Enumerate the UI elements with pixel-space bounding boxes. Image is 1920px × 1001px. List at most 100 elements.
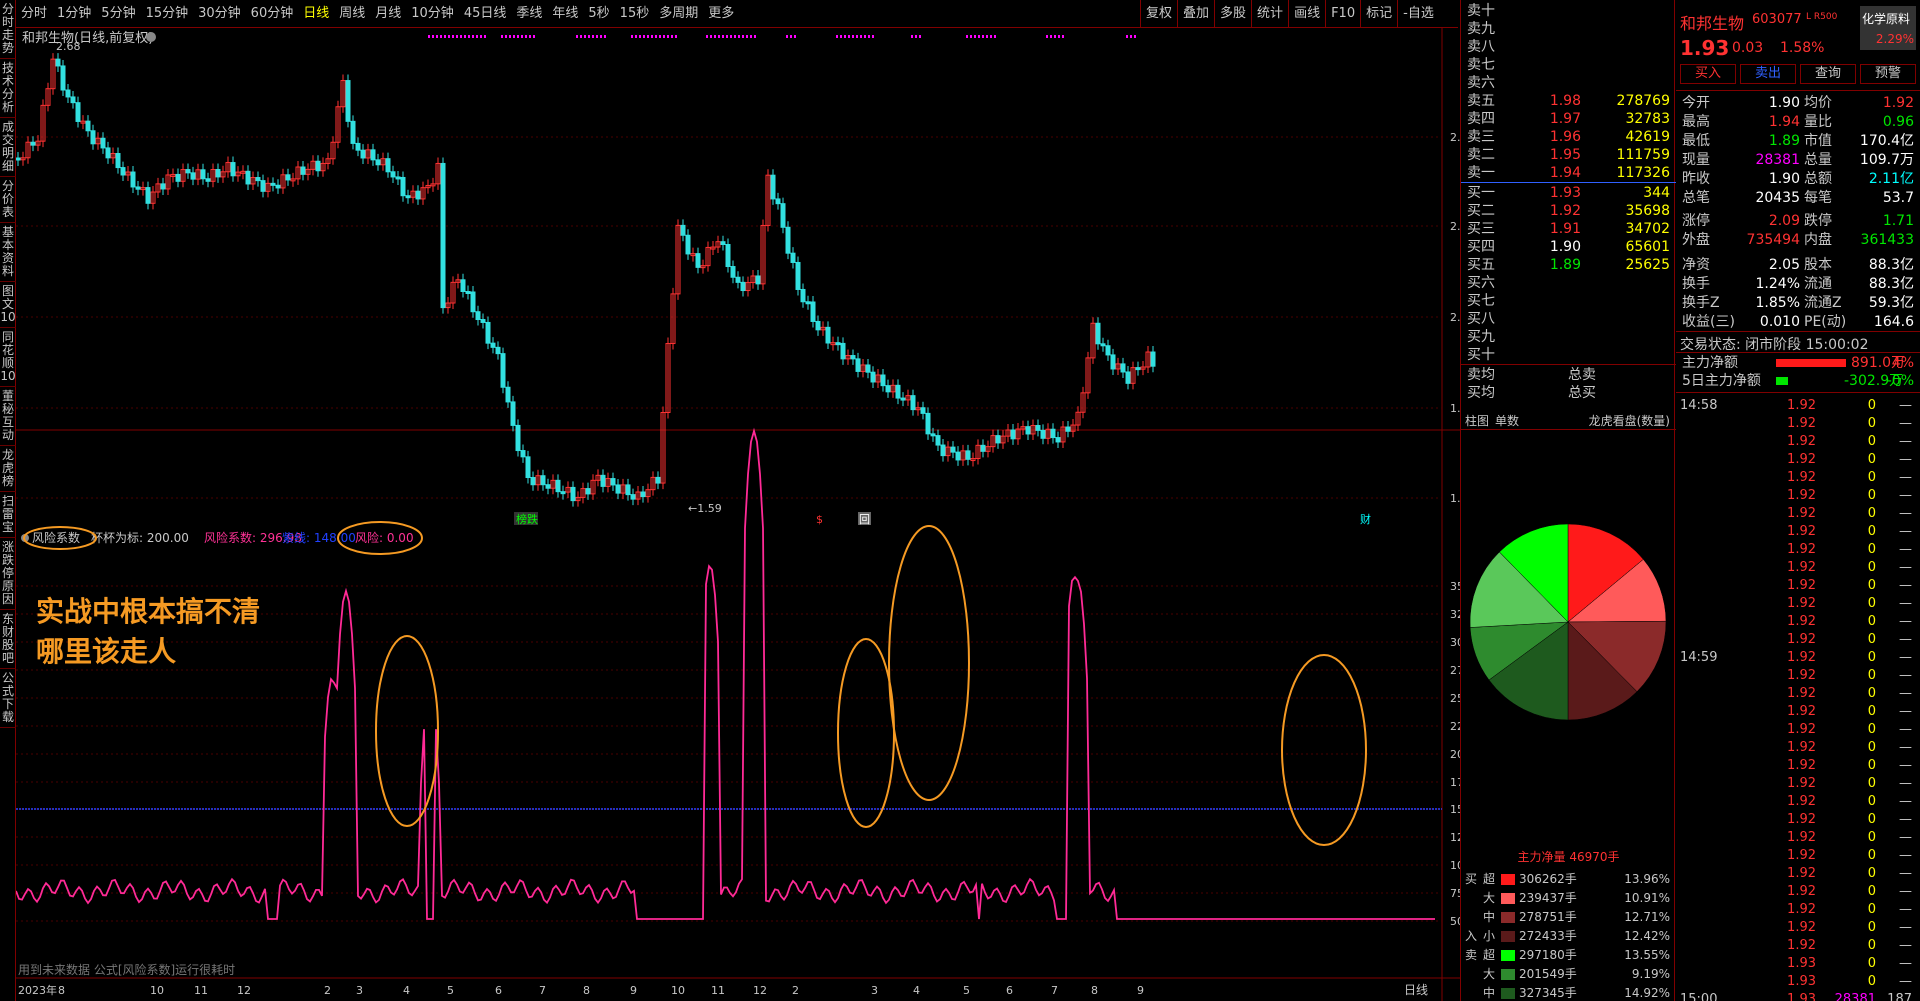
chart-tool-4[interactable]: 画线 [1288,0,1325,28]
five-net-label: 5日主力净额 [1682,373,1761,389]
indicator-tick: 200.0 [1450,748,1460,761]
period-14[interactable]: 15秒 [615,0,655,28]
settings-icon[interactable] [146,32,156,42]
order-row[interactable]: 买三 1.91 34702 [1461,220,1676,238]
indicator-name[interactable]: 风险系数 [32,530,80,545]
left-tool-1[interactable]: 技术分析 [0,59,16,118]
tick-row: 1.92 0 — [1676,829,1920,847]
period-3[interactable]: 15分钟 [141,0,194,28]
tick-price: 1.92 [1787,686,1816,701]
left-tool-5[interactable]: 图文10 [0,282,16,328]
tick-price: 1.92 [1787,524,1816,539]
period-16[interactable]: 更多 [703,0,739,28]
left-tool-11[interactable]: 东财股吧 [0,610,16,669]
x-tick: 6 [1006,984,1013,997]
period-8[interactable]: 月线 [370,0,406,28]
period-7[interactable]: 周线 [334,0,370,28]
order-row[interactable]: 卖二 1.95 111759 [1461,146,1676,164]
period-4[interactable]: 30分钟 [193,0,246,28]
left-tool-10[interactable]: 涨跌停原因 [0,538,16,610]
period-0[interactable]: 分时 [16,0,52,28]
quote-button-0[interactable]: 买入 [1680,64,1736,84]
tick-side: — [1899,632,1912,647]
tick-vol: 0 [1867,650,1876,665]
left-tool-2[interactable]: 成交明细 [0,118,16,177]
quote-button-1[interactable]: 卖出 [1740,64,1796,84]
left-tool-6[interactable]: 同花顺10 [0,328,16,387]
price-tick: 2.09 [1450,311,1460,324]
chart-tool-1[interactable]: 叠加 [1177,0,1214,28]
stock-name[interactable]: 和邦生物 [1680,10,1744,34]
order-row[interactable]: 买一 1.93 344 [1461,184,1676,202]
left-tool-9[interactable]: 扫雷宝 [0,492,16,538]
flow-row: 中 327345手 14.92% [1461,984,1676,1001]
left-tool-8[interactable]: 龙虎榜 [0,446,16,492]
x-tick: 8 [1091,984,1098,997]
order-row[interactable]: 卖五 1.98 278769 [1461,92,1676,110]
chart-tool-3[interactable]: 统计 [1251,0,1288,28]
chart-tool-6[interactable]: 标记 [1360,0,1397,28]
period-12[interactable]: 年线 [547,0,583,28]
left-tool-4[interactable]: 基本资料 [0,223,16,282]
tick-side: — [1899,794,1912,809]
period-2[interactable]: 5分钟 [96,0,140,28]
left-tool-12[interactable]: 公式下载 [0,669,16,728]
x-tick: 11 [711,984,725,997]
quote-button-2[interactable]: 查询 [1800,64,1856,84]
quote-key: 净资 [1682,257,1710,273]
period-1[interactable]: 1分钟 [52,0,96,28]
tick-row: 1.93 0 — [1676,955,1920,973]
chart-tool-5[interactable]: F10 [1325,0,1360,28]
left-tool-3[interactable]: 分价表 [0,177,16,223]
chart-tool-0[interactable]: 复权 [1140,0,1177,28]
sector-pct: 2.29% [1875,32,1914,46]
quote-button-3[interactable]: 预警 [1860,64,1916,84]
period-15[interactable]: 多周期 [654,0,703,28]
tick-vol: 0 [1867,614,1876,629]
chart-tool-7[interactable]: -自选 [1397,0,1439,28]
period-11[interactable]: 季线 [511,0,547,28]
left-tool-0[interactable]: 分时走势 [0,0,16,59]
tab-count[interactable]: 单数 [1495,412,1519,430]
order-row[interactable]: 买五 1.89 25625 [1461,256,1676,274]
tick-side: — [1899,434,1912,449]
order-row[interactable]: 卖一 1.94 117326 [1461,164,1676,182]
order-row[interactable]: 卖三 1.96 42619 [1461,128,1676,146]
order-label: 买六 [1467,275,1495,291]
quote-key: 总笔 [1682,190,1710,206]
sector-box[interactable]: 化学原料 2.29% [1860,6,1916,50]
quote-key: 总量 [1804,152,1832,168]
order-price: 1.95 [1549,147,1581,163]
order-row[interactable]: 卖四 1.97 32783 [1461,110,1676,128]
chart-tool-2[interactable]: 多股 [1214,0,1251,28]
tick-vol: 0 [1867,542,1876,557]
order-label: 卖十 [1467,3,1495,19]
tab-bar-chart[interactable]: 柱图 [1465,412,1489,430]
period-5[interactable]: 60分钟 [246,0,299,28]
tab-dragon[interactable]: 龙虎看盘(数量) [1589,412,1670,430]
quote-row: 净资 2.05 股本 88.3亿 [1676,256,1920,275]
tick-row: 1.92 0 — [1676,901,1920,919]
period-6[interactable]: 日线 [298,0,334,28]
flow-tabs: 柱图 单数 龙虎看盘(数量) [1461,412,1676,430]
tick-price: 1.92 [1787,920,1816,935]
tick-row: 1.92 0 — [1676,775,1920,793]
period-13[interactable]: 5秒 [583,0,614,28]
left-tool-7[interactable]: 董秘互动 [0,387,16,446]
tick-row: 1.92 0 — [1676,793,1920,811]
five-net-bar [1776,377,1788,385]
tick-side: — [1899,920,1912,935]
x-axis-mode[interactable]: 日线 [1404,983,1428,997]
indicator-tick: 225.0 [1450,720,1460,733]
period-10[interactable]: 45日线 [459,0,512,28]
kline-chart[interactable]: 2.53 2.30 2.09 1.90 1.71 和邦生物(日线,前复权) 2.68 ←… [16,28,1460,1001]
flow-row: 买超 306262手 13.96% [1461,870,1676,889]
order-row[interactable]: 买四 1.90 65601 [1461,238,1676,256]
order-book: 卖十 卖九 卖八 卖七 卖六 卖五 1.98 278769 卖四 1.97 32783 卖三 1.96 4… [1460,0,1676,412]
x-tick: 8 [583,984,590,997]
quote-key: 流通 [1804,276,1832,292]
tick-vol: 0 [1867,902,1876,917]
period-9[interactable]: 10分钟 [406,0,459,28]
order-row[interactable]: 买二 1.92 35698 [1461,202,1676,220]
quote-row: 今开 1.90 均价 1.92 [1676,94,1920,113]
